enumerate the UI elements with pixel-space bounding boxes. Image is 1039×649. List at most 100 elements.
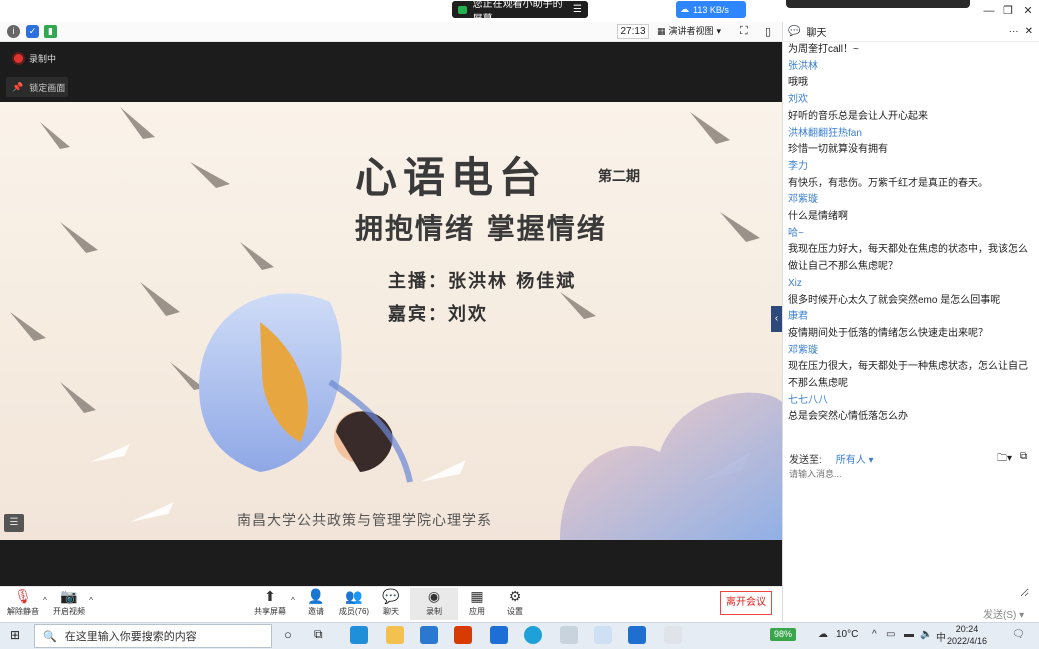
file-explorer-icon[interactable] xyxy=(386,626,404,644)
chat-sender-name: 邓紫璇 xyxy=(788,194,818,206)
mute-button[interactable]: 🎙 解除静音 xyxy=(4,588,42,620)
chat-sender-name: Xiz xyxy=(788,277,802,289)
office-icon[interactable] xyxy=(454,626,472,644)
windows-start-icon[interactable]: ⊞ xyxy=(10,628,20,642)
video-button[interactable]: 📷 开启视频 xyxy=(50,588,88,620)
file-icon[interactable]: 🗀▾ xyxy=(997,451,1012,468)
more-options-icon[interactable]: ··· xyxy=(1009,26,1019,37)
view-mode-label: 演讲者视图 xyxy=(668,26,714,36)
chevron-down-icon: ▾ xyxy=(716,26,722,36)
members-icon: 👥 xyxy=(345,587,363,604)
task-view-icon[interactable]: ⧉ xyxy=(314,627,323,642)
taskbar-clock[interactable]: 20:24 2022/4/16 xyxy=(944,623,990,647)
add-user-icon: 👤 xyxy=(307,587,325,604)
settings-button[interactable]: ⚙ 设置 xyxy=(502,588,528,620)
layout-icon: ▦ xyxy=(657,26,666,36)
chat-message-text: 有快乐，有悲伤。万紫千红才是真正的春天。 xyxy=(788,177,988,189)
volume-icon[interactable]: 🔈 xyxy=(920,629,932,640)
apps-button[interactable]: ▦ 应用 xyxy=(464,588,490,620)
photos-icon[interactable] xyxy=(628,626,646,644)
network-icon: ☁ xyxy=(680,4,689,14)
chat-button[interactable]: 💬 聊天 xyxy=(378,588,404,620)
close-icon[interactable]: ✕ xyxy=(1020,3,1036,19)
network-tray-icon[interactable]: ▭ xyxy=(886,629,895,640)
members-button[interactable]: 👥 成员(76) xyxy=(336,588,372,620)
apps-label: 应用 xyxy=(469,607,485,616)
mail-icon[interactable] xyxy=(420,626,438,644)
chat-sender-name: 洪林翻翻狂热fan xyxy=(788,127,862,139)
pin-view-button[interactable]: 📌 锁定画面 xyxy=(6,77,68,97)
edge-icon[interactable] xyxy=(350,626,368,644)
share-banner-text: 您正在观看小助手的屏幕 xyxy=(472,0,563,25)
chat-sender-name: 康君 xyxy=(788,311,808,323)
info-icon[interactable]: i xyxy=(7,25,20,38)
shield-icon[interactable]: ✓ xyxy=(26,25,39,38)
cortana-icon[interactable]: ○ xyxy=(284,627,292,642)
share-screen-button[interactable]: ⬆ 共享屏幕 xyxy=(252,588,288,620)
more-icon[interactable]: ☰ xyxy=(573,4,582,15)
tray-expand-icon[interactable]: ^ xyxy=(872,629,877,640)
send-to-label: 发送至: xyxy=(789,455,822,466)
chat-message-list[interactable]: 为周奎打call！~ 张洪林 哦哦 刘欢 好听的音乐总是会让人开心起来 洪林翻翻狂热fan… xyxy=(788,42,1034,432)
gear-icon: ⚙ xyxy=(508,587,522,604)
send-to-value: 所有人 xyxy=(835,455,866,466)
chat-message-text: 什么是情绪啊 xyxy=(788,211,848,223)
mute-label: 解除静音 xyxy=(7,607,39,616)
chat-input[interactable] xyxy=(789,467,1029,597)
search-icon: 🔍 xyxy=(43,630,57,643)
chat-label: 聊天 xyxy=(383,607,399,616)
leave-meeting-button[interactable]: 离开会议 xyxy=(720,591,772,615)
battery-indicator[interactable]: 98% xyxy=(770,628,796,641)
camera-off-icon: 📷 xyxy=(60,587,78,604)
mic-muted-icon: 🎙 xyxy=(14,587,32,604)
meeting-app-icon[interactable] xyxy=(594,626,612,644)
invite-button[interactable]: 👤 邀请 xyxy=(302,588,330,620)
browser-icon[interactable] xyxy=(524,626,542,644)
chat-message-text: 为周奎打call！~ xyxy=(788,44,859,55)
settings-label: 设置 xyxy=(507,607,523,616)
record-button[interactable]: ◉ 录制 xyxy=(410,588,458,620)
paint-icon[interactable] xyxy=(664,626,682,644)
send-button[interactable]: 发送(S) ▾ xyxy=(983,606,1024,621)
chat-app-icon[interactable] xyxy=(560,626,578,644)
apps-icon: ▦ xyxy=(470,587,484,604)
send-to-select[interactable]: 所有人 ▾ xyxy=(836,451,874,466)
blue-app-icon[interactable] xyxy=(490,626,508,644)
top-overlay-strip xyxy=(786,0,970,8)
screen-share-banner[interactable]: 您正在观看小助手的屏幕 ☰ xyxy=(452,0,588,25)
chat-message-text: 疫情期间处于低落的情绪怎么快速走出来呢？ xyxy=(788,327,988,339)
clock-time: 20:24 xyxy=(955,624,979,634)
chat-icon: 💬 xyxy=(382,587,400,604)
screenshot-icon[interactable]: ⧉ xyxy=(1020,451,1027,462)
screen-share-icon xyxy=(458,5,467,14)
restore-icon[interactable]: ❐ xyxy=(1000,3,1016,19)
chat-message-text: 珍惜一切就算没有拥有 xyxy=(788,144,888,156)
display-icon[interactable]: ▬ xyxy=(904,629,914,640)
send-label: 发送(S) xyxy=(983,610,1017,621)
recording-indicator: 录制中 xyxy=(14,52,56,65)
chat-sender-name: 哈~ xyxy=(788,227,804,239)
view-mode-select[interactable]: ▦ 演讲者视图 ▾ xyxy=(657,24,733,39)
minimize-icon[interactable]: — xyxy=(981,3,997,19)
recording-label: 录制中 xyxy=(29,54,57,64)
collapse-panel-icon[interactable]: ‹ xyxy=(771,306,782,332)
slide-issue: 第二期 xyxy=(598,169,640,185)
network-speed-pill: ☁ 113 KB/s xyxy=(676,1,746,18)
pin-label: 锁定画面 xyxy=(29,82,66,93)
chat-close-icon[interactable]: ✕ xyxy=(1025,26,1033,37)
slide-title: 心语电台 xyxy=(355,153,548,202)
video-label: 开启视频 xyxy=(53,607,85,616)
notification-icon[interactable]: 🗨 xyxy=(1012,629,1025,640)
chat-header: 💬 聊天 ··· ✕ xyxy=(782,22,1039,42)
members-label: 成员(76) xyxy=(338,607,370,616)
fullscreen-icon[interactable]: ⛶ xyxy=(740,25,748,38)
slide-hosts: 主播：张洪林 杨佳斌 xyxy=(388,271,577,292)
list-menu-icon[interactable]: ☰ xyxy=(4,514,24,532)
record-dot-icon xyxy=(14,54,23,63)
chat-header-icon: 💬 xyxy=(788,26,801,37)
taskbar-search[interactable]: 🔍 在这里输入你要搜索的内容 xyxy=(34,624,272,648)
weather-temp[interactable]: 10°C xyxy=(836,629,858,640)
weather-icon: ☁ xyxy=(818,629,828,640)
sidebar-toggle-icon[interactable]: ▯ xyxy=(765,25,771,38)
signal-icon[interactable]: ▮ xyxy=(44,25,57,38)
